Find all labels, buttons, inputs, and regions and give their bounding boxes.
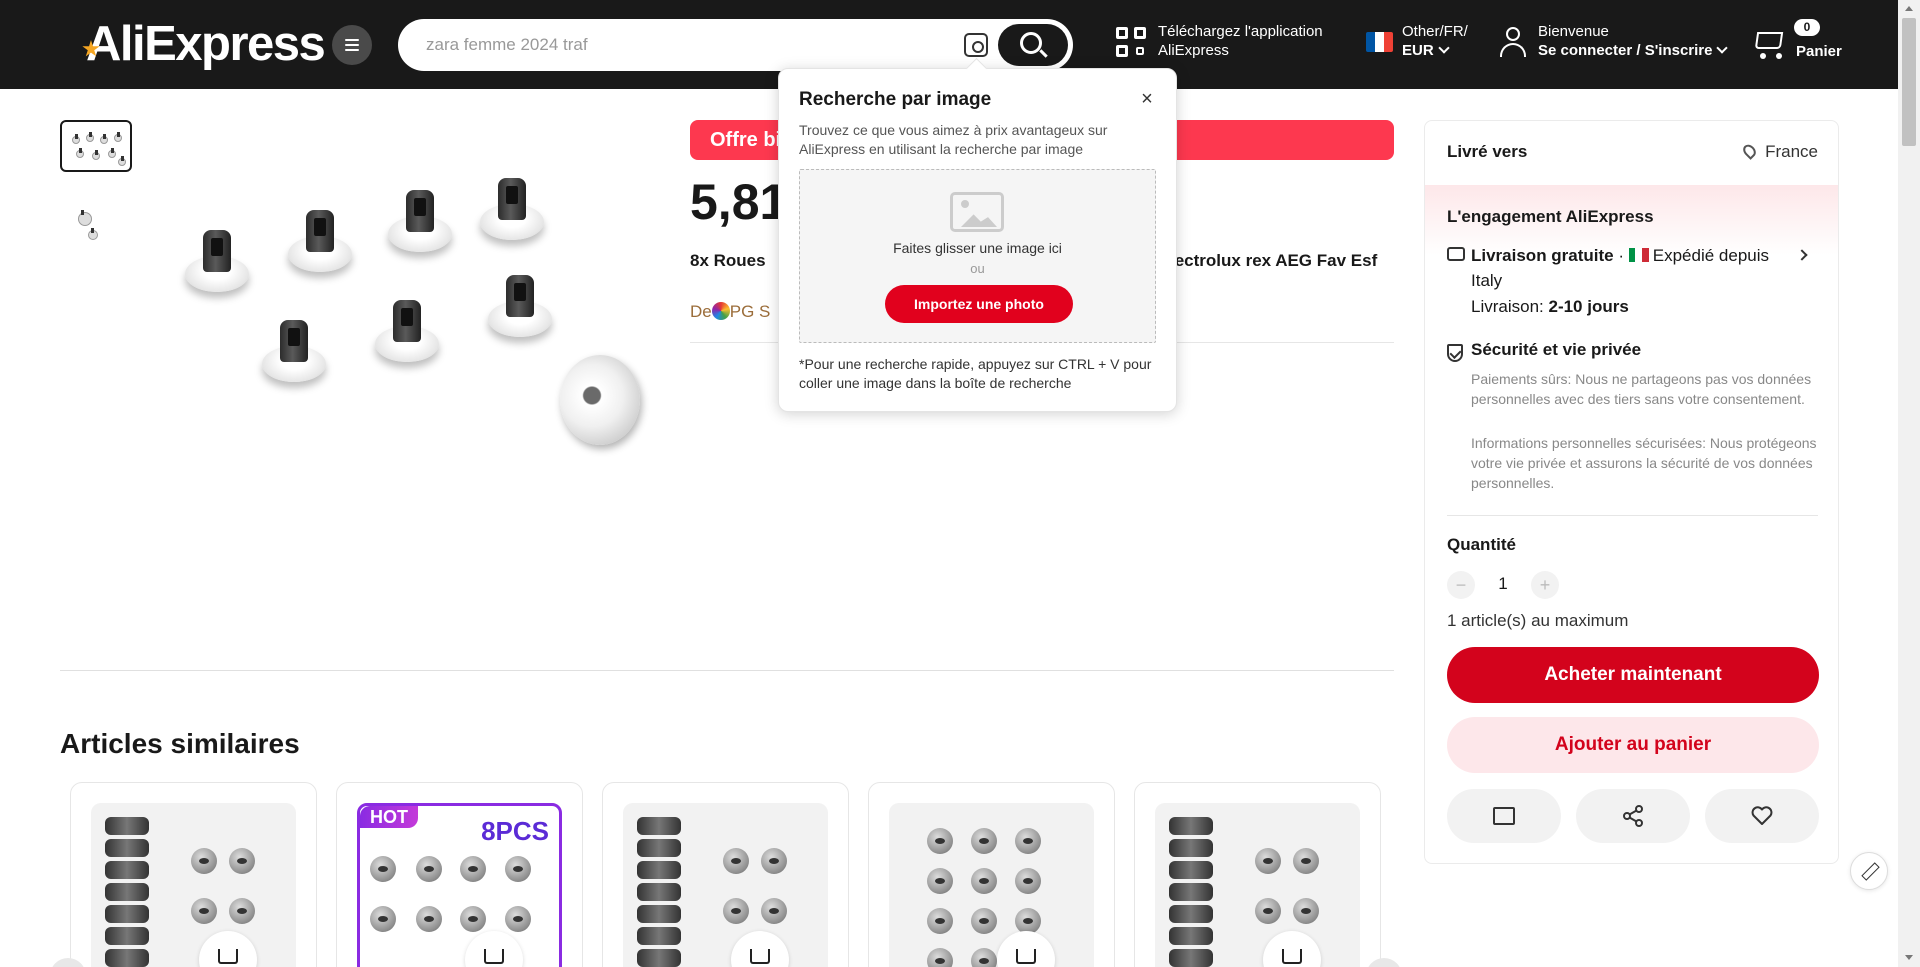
- share-button[interactable]: [1576, 789, 1690, 843]
- product-price: 5,81: [690, 174, 788, 230]
- upload-photo-button[interactable]: Importez une photo: [885, 285, 1073, 323]
- divider: [1447, 515, 1818, 516]
- scrollbar-thumb[interactable]: [1902, 18, 1916, 146]
- download-app-line1: Téléchargez l'application: [1158, 23, 1323, 40]
- welcome-text: Bienvenue: [1538, 23, 1609, 40]
- store-button[interactable]: [1447, 789, 1561, 843]
- store-link[interactable]: De PG S: [690, 302, 770, 322]
- scroll-up-arrow-icon[interactable]: [1905, 6, 1913, 11]
- engagement-section: L'engagement AliExpress Livraison gratui…: [1425, 185, 1838, 515]
- wishlist-button[interactable]: [1705, 789, 1819, 843]
- ship-to-label: Livré vers: [1447, 142, 1528, 161]
- locale-currency: EUR: [1402, 42, 1434, 59]
- similar-item-card[interactable]: [1134, 782, 1381, 967]
- quantity-decrease-button[interactable]: −: [1447, 571, 1475, 599]
- delivery-value: 2-10 jours: [1548, 297, 1629, 316]
- product-title-end: lectrolux rex AEG Fav Esf: [1170, 251, 1378, 270]
- menu-button[interactable]: [332, 25, 372, 65]
- chevron-down-icon: [1438, 42, 1450, 54]
- hot-badge: HOT: [360, 806, 418, 828]
- similar-item-image: [1155, 803, 1360, 967]
- close-icon[interactable]: ×: [1137, 89, 1157, 109]
- search-button[interactable]: [998, 24, 1068, 66]
- shield-icon: [1447, 344, 1463, 362]
- similar-item-image: [91, 803, 296, 967]
- ship-to-value[interactable]: France: [1740, 142, 1818, 162]
- divider: [60, 670, 1394, 671]
- similar-item-image: HOT 8PCS: [357, 803, 562, 967]
- image-placeholder-icon: [950, 192, 1004, 232]
- share-icon: [1623, 805, 1643, 827]
- similar-item-card[interactable]: HOT 8PCS: [336, 782, 583, 967]
- pcs-badge: 8PCS: [481, 816, 549, 846]
- buy-now-button[interactable]: Acheter maintenant: [1447, 647, 1819, 703]
- italy-flag-icon: [1628, 244, 1649, 262]
- camera-search-icon[interactable]: [964, 33, 988, 57]
- store-prefix: De: [690, 302, 712, 321]
- download-app-link[interactable]: Téléchargez l'application AliExpress: [1158, 22, 1323, 60]
- store-icon: [1493, 807, 1515, 825]
- menu-icon-line: [345, 44, 359, 46]
- france-flag-icon: [1366, 32, 1393, 52]
- truck-icon: [1447, 247, 1465, 261]
- chevron-down-icon: [1716, 42, 1729, 54]
- popup-description: Trouvez ce que vous aimez à prix avantag…: [799, 122, 1108, 157]
- paste-tip: *Pour une recherche rapide, appuyez sur …: [799, 356, 1152, 391]
- feedback-edit-icon[interactable]: [1850, 852, 1888, 890]
- account-menu[interactable]: Bienvenue Se connecter / S'inscrire: [1538, 22, 1729, 60]
- scroll-down-arrow-icon[interactable]: [1905, 955, 1913, 960]
- store-suffix: PG S: [729, 302, 771, 321]
- search-input[interactable]: [426, 33, 926, 57]
- security-title: Sécurité et vie privée: [1471, 340, 1642, 359]
- engagement-title: L'engagement AliExpress: [1447, 207, 1654, 226]
- search-icon-handle: [1039, 49, 1048, 58]
- page-scrollbar[interactable]: [1898, 0, 1920, 967]
- free-shipping: Livraison gratuite: [1471, 246, 1614, 265]
- similar-item-image: [623, 803, 828, 967]
- locale-selector[interactable]: Other/FR/ EUR: [1402, 22, 1468, 60]
- product-main-image[interactable]: [170, 160, 650, 460]
- similar-items-title: Articles similaires: [60, 728, 300, 759]
- similar-item-image: [889, 803, 1094, 967]
- product-title-start: 8x Roues: [690, 251, 766, 270]
- locale-region: Other/FR/: [1402, 23, 1468, 40]
- ship-to-row[interactable]: Livré vers France: [1425, 121, 1838, 185]
- store-logo-icon: [711, 302, 730, 320]
- image-drop-zone[interactable]: Faites glisser une image ici ou Importez…: [799, 169, 1156, 343]
- drop-text: Faites glisser une image ici: [893, 240, 1062, 256]
- user-icon[interactable]: [1498, 27, 1528, 59]
- separator: ·: [1613, 246, 1629, 265]
- security-personal-info: Informations personnelles sécurisées: No…: [1471, 435, 1817, 491]
- delivery-panel: Livré vers France L'engagement AliExpres…: [1424, 120, 1839, 864]
- delivery-time: Livraison: 2-10 jours: [1471, 297, 1629, 317]
- image-search-popup: Recherche par image × Trouvez ce que vou…: [778, 68, 1177, 412]
- location-pin-icon: [1740, 142, 1759, 160]
- heart-icon: [1751, 806, 1773, 825]
- or-text: ou: [970, 261, 985, 276]
- similar-item-card[interactable]: [70, 782, 317, 967]
- popup-title: Recherche par image: [799, 89, 992, 110]
- add-to-cart-button[interactable]: Ajouter au panier: [1447, 717, 1819, 773]
- similar-item-card[interactable]: [602, 782, 849, 967]
- delivery-label: Livraison:: [1471, 297, 1549, 316]
- signin-link: Se connecter / S'inscrire: [1538, 42, 1713, 59]
- gallery-thumbnail-1[interactable]: [60, 120, 132, 172]
- shipping-info[interactable]: Livraison gratuite · Expédié depuis Ital…: [1471, 243, 1801, 293]
- cart-count-badge: 0: [1794, 19, 1820, 36]
- similar-item-card[interactable]: [868, 782, 1115, 967]
- quantity-max-note: 1 article(s) au maximum: [1447, 611, 1629, 630]
- aliexpress-logo[interactable]: AliExpress: [82, 16, 326, 72]
- menu-icon: [345, 39, 359, 41]
- ship-to-country: France: [1765, 142, 1818, 161]
- quantity-value[interactable]: 1: [1483, 574, 1523, 594]
- menu-icon-line: [345, 49, 359, 51]
- qr-code-icon[interactable]: [1116, 27, 1148, 59]
- quantity-label: Quantité: [1447, 535, 1516, 554]
- security-payments: Paiements sûrs: Nous ne partageons pas v…: [1471, 371, 1812, 407]
- gallery-thumbnail-2[interactable]: [60, 194, 132, 246]
- cart-label[interactable]: Panier: [1796, 42, 1842, 61]
- cart-icon[interactable]: [1752, 28, 1786, 60]
- quantity-increase-button[interactable]: +: [1531, 571, 1559, 599]
- download-app-line2: AliExpress: [1158, 42, 1229, 59]
